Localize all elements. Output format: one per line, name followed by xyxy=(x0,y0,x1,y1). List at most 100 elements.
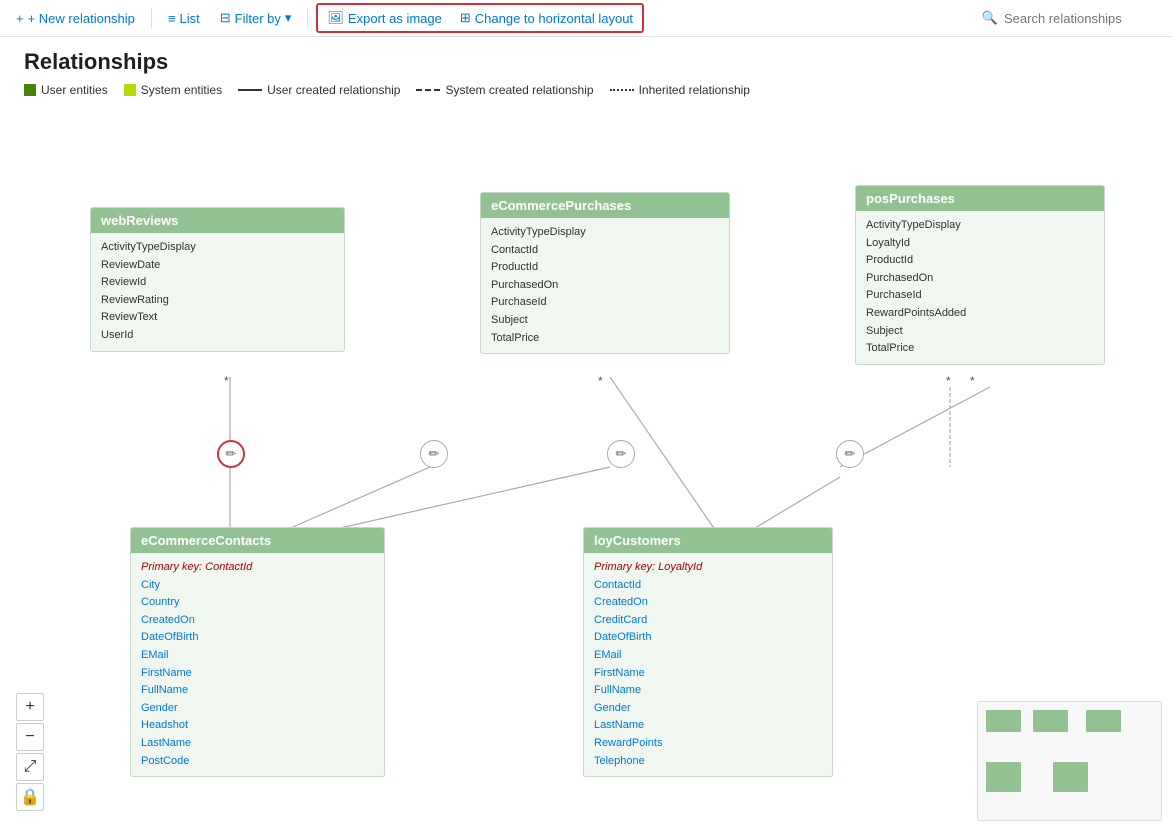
mini-map xyxy=(977,701,1162,821)
field-ec-email: EMail xyxy=(141,647,374,665)
system-entities-icon xyxy=(124,84,136,96)
field-lc-pk: Primary key: LoyaltyId xyxy=(594,559,822,577)
main-canvas: Relationships User entities System entit… xyxy=(0,37,1172,831)
field-pos-activitytype: ActivityTypeDisplay xyxy=(866,217,1094,235)
zoom-controls: + − ⤢ 🔒 xyxy=(16,693,44,811)
search-input[interactable] xyxy=(1004,11,1164,26)
svg-text:*: * xyxy=(970,374,975,388)
field-lc-rewardpoints: RewardPoints xyxy=(594,735,822,753)
lock-button[interactable]: 🔒 xyxy=(16,783,44,811)
field-reviewtext: ReviewText xyxy=(101,309,334,327)
list-icon: ≡ xyxy=(168,11,176,26)
fit-view-button[interactable]: ⤢ xyxy=(16,753,44,781)
legend-inherited: Inherited relationship xyxy=(610,83,750,97)
field-lc-dob: DateOfBirth xyxy=(594,629,822,647)
system-created-label: System created relationship xyxy=(445,83,593,97)
field-pos-totalprice: TotalPrice xyxy=(866,340,1094,358)
legend-system-created: System created relationship xyxy=(416,83,593,97)
change-layout-label: Change to horizontal layout xyxy=(475,11,633,26)
field-lc-lastname: LastName xyxy=(594,717,822,735)
highlighted-group: 🖼 Export as image ⊞ Change to horizontal… xyxy=(316,3,644,33)
edit-button-3[interactable]: ✏ xyxy=(607,440,635,468)
entity-webreviews-body: ActivityTypeDisplay ReviewDate ReviewId … xyxy=(91,233,344,351)
entity-webreviews: webReviews ActivityTypeDisplay ReviewDat… xyxy=(90,207,345,352)
edit-button-2[interactable]: ✏ xyxy=(420,440,448,468)
zoom-out-button[interactable]: − xyxy=(16,723,44,751)
plus-icon: + xyxy=(16,11,24,26)
field-ec-country: Country xyxy=(141,594,374,612)
field-reviewid: ReviewId xyxy=(101,274,334,292)
field-lc-fullname: FullName xyxy=(594,682,822,700)
field-pos-productid: ProductId xyxy=(866,252,1094,270)
filter-label: Filter by xyxy=(235,11,281,26)
field-lc-email: EMail xyxy=(594,647,822,665)
mini-card-4 xyxy=(986,762,1021,792)
search-box[interactable]: 🔍 xyxy=(982,10,1164,26)
entity-pospurchases: posPurchases ActivityTypeDisplay Loyalty… xyxy=(855,185,1105,365)
export-image-button[interactable]: 🖼 Export as image xyxy=(319,6,449,30)
field-ec-createdon: CreatedOn xyxy=(141,612,374,630)
new-relationship-label: + New relationship xyxy=(28,11,135,26)
edit-button-1[interactable]: ✏ xyxy=(217,440,245,468)
legend: User entities System entities User creat… xyxy=(24,83,750,97)
entity-loycustomers: loyCustomers Primary key: LoyaltyId Cont… xyxy=(583,527,833,777)
change-layout-button[interactable]: ⊞ Change to horizontal layout xyxy=(452,6,641,30)
filter-icon: ⊟ xyxy=(220,10,231,26)
edit-icon-4: ✏ xyxy=(845,446,856,462)
entity-loycustomers-body: Primary key: LoyaltyId ContactId Created… xyxy=(584,553,832,776)
entity-ecommercecontacts-header: eCommerceContacts xyxy=(131,528,384,553)
field-activitytype2: ActivityTypeDisplay xyxy=(491,224,719,242)
entity-ecommercecontacts-body: Primary key: ContactId City Country Crea… xyxy=(131,553,384,776)
entity-pospurchases-header: posPurchases xyxy=(856,186,1104,211)
field-pos-purchaseid: PurchaseId xyxy=(866,287,1094,305)
field-lc-contactid: ContactId xyxy=(594,577,822,595)
entity-webreviews-header: webReviews xyxy=(91,208,344,233)
mini-card-5 xyxy=(1053,762,1088,792)
mini-card-2 xyxy=(1033,710,1068,732)
legend-user-entities: User entities xyxy=(24,83,108,97)
field-ec-dob: DateOfBirth xyxy=(141,629,374,647)
edit-button-4[interactable]: ✏ xyxy=(836,440,864,468)
system-entities-label: System entities xyxy=(141,83,222,97)
mini-card-1 xyxy=(986,710,1021,732)
divider-2 xyxy=(307,8,308,28)
field-ec-city: City xyxy=(141,577,374,595)
field-ec-gender: Gender xyxy=(141,700,374,718)
field-pos-purchasedon: PurchasedOn xyxy=(866,270,1094,288)
list-label: List xyxy=(180,11,200,26)
field-ec-postcode: PostCode xyxy=(141,753,374,771)
divider-1 xyxy=(151,8,152,28)
field-contactid: ContactId xyxy=(491,242,719,260)
zoom-in-button[interactable]: + xyxy=(16,693,44,721)
user-entities-label: User entities xyxy=(41,83,108,97)
field-ec-firstname: FirstName xyxy=(141,665,374,683)
field-purchasedon: PurchasedOn xyxy=(491,277,719,295)
field-pos-subject: Subject xyxy=(866,323,1094,341)
mini-map-inner xyxy=(978,702,1161,820)
search-icon: 🔍 xyxy=(982,10,998,26)
field-lc-telephone: Telephone xyxy=(594,753,822,771)
svg-text:*: * xyxy=(946,374,951,388)
entity-ecommercepurchases-header: eCommercePurchases xyxy=(481,193,729,218)
mini-card-3 xyxy=(1086,710,1121,732)
toolbar: + + New relationship ≡ List ⊟ Filter by … xyxy=(0,0,1172,37)
field-purchaseid: PurchaseId xyxy=(491,294,719,312)
field-lc-gender: Gender xyxy=(594,700,822,718)
field-lc-firstname: FirstName xyxy=(594,665,822,683)
field-productid: ProductId xyxy=(491,259,719,277)
list-button[interactable]: ≡ List xyxy=(160,7,208,30)
field-ec-pk: Primary key: ContactId xyxy=(141,559,374,577)
inherited-label: Inherited relationship xyxy=(639,83,750,97)
user-created-icon xyxy=(238,89,262,91)
filter-button[interactable]: ⊟ Filter by ▾ xyxy=(212,6,300,30)
page-title-area: Relationships User entities System entit… xyxy=(24,49,750,97)
field-userid: UserId xyxy=(101,327,334,345)
legend-system-entities: System entities xyxy=(124,83,222,97)
field-pos-loyaltyid: LoyaltyId xyxy=(866,235,1094,253)
layout-icon: ⊞ xyxy=(460,10,471,26)
system-created-icon xyxy=(416,89,440,91)
export-icon: 🖼 xyxy=(327,10,344,26)
field-activitytype: ActivityTypeDisplay xyxy=(101,239,334,257)
new-relationship-button[interactable]: + + New relationship xyxy=(8,7,143,30)
field-reviewrating: ReviewRating xyxy=(101,292,334,310)
